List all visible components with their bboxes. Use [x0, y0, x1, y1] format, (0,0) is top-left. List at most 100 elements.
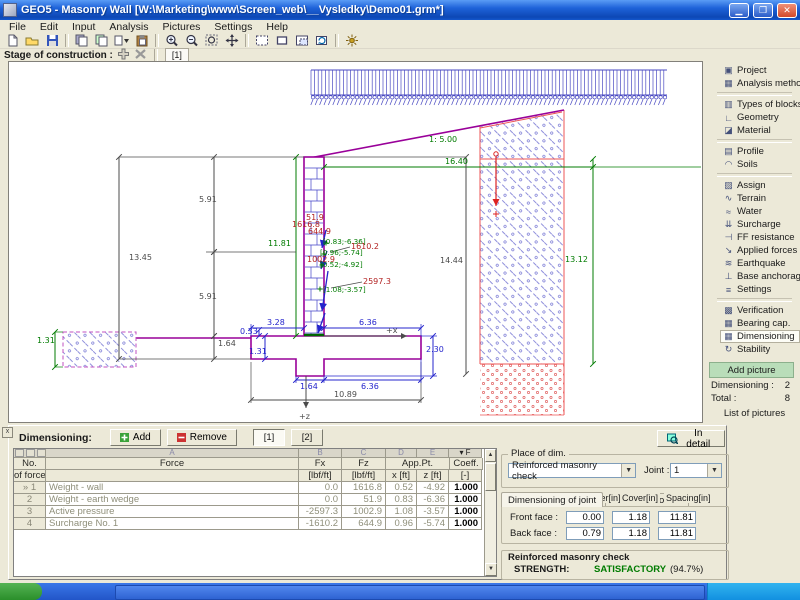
spacing-field-back[interactable]: [658, 527, 696, 540]
copy-view-icon[interactable]: [92, 33, 112, 48]
sidebar-item-bearing-cap[interactable]: ▦Bearing cap.: [723, 317, 800, 330]
sidebar-item-applied-forces[interactable]: ↘Applied forces: [723, 244, 800, 257]
view-rect-icon[interactable]: [272, 33, 292, 48]
gutter-header[interactable]: [14, 449, 46, 458]
header-fz[interactable]: Fz: [342, 458, 386, 470]
remove-button[interactable]: Remove: [167, 429, 237, 446]
zoom-out-icon[interactable]: [182, 33, 202, 48]
drawing-canvas[interactable]: 1: 5.0016.4013.1214.445.9113.455.9111.81…: [8, 61, 703, 423]
header-force[interactable]: Force: [46, 458, 299, 470]
sidebar-item-dimensioning[interactable]: ▦Dimensioning: [720, 330, 800, 343]
cover-field-front[interactable]: [612, 511, 650, 524]
coeff-value[interactable]: 1.000: [449, 482, 482, 494]
header-no2[interactable]: of force: [14, 470, 46, 482]
sidebar-item-surcharge[interactable]: ⇊Surcharge: [723, 218, 800, 231]
zoom-selection-icon[interactable]: [202, 33, 222, 48]
menu-analysis[interactable]: Analysis: [102, 21, 155, 33]
table-scrollbar[interactable]: ▲ ▼: [484, 449, 496, 576]
sidebar-item-earthquake[interactable]: ≋Earthquake: [723, 257, 800, 270]
save-file-icon[interactable]: [42, 33, 62, 48]
header-x[interactable]: x [ft]: [386, 470, 417, 482]
view-dashed-rect-icon[interactable]: [252, 33, 272, 48]
x-value[interactable]: 1.08: [386, 506, 417, 518]
table-row[interactable]: 2Weight - earth wedge0.051.90.83-6.361.0…: [14, 494, 496, 506]
close-button[interactable]: ✕: [777, 3, 797, 18]
force-name[interactable]: Weight - wall: [46, 482, 299, 494]
row-number[interactable]: » 1: [14, 482, 46, 494]
tab-dimensioning-of-joint[interactable]: Dimensioning of joint: [501, 492, 603, 507]
header-fx[interactable]: Fx: [299, 458, 342, 470]
col-letter-a[interactable]: A: [46, 449, 299, 458]
header-z[interactable]: z [ft]: [417, 470, 449, 482]
sidebar-item-base-anchorage[interactable]: ⊥Base anchorage: [723, 270, 800, 283]
in-detail-button[interactable]: In detail: [657, 430, 725, 447]
scroll-down-icon[interactable]: ▼: [485, 563, 497, 576]
menu-help[interactable]: Help: [259, 21, 295, 33]
sidebar-item-soils[interactable]: ◠Soils: [723, 158, 800, 171]
col-letter-b[interactable]: B: [299, 449, 342, 458]
fx-value[interactable]: -1610.2: [299, 518, 342, 530]
z-value[interactable]: -5.74: [417, 518, 449, 530]
view-refresh-icon[interactable]: [312, 33, 332, 48]
z-value[interactable]: -3.57: [417, 506, 449, 518]
sidebar-item-material[interactable]: ◪Material: [723, 124, 800, 137]
row-number[interactable]: 4: [14, 518, 46, 530]
diameter-field-back[interactable]: [566, 527, 604, 540]
header-fz-unit[interactable]: [lbf/ft]: [342, 470, 386, 482]
dim-tab-2[interactable]: [2]: [291, 429, 323, 446]
joint-select[interactable]: 1 ▼: [670, 463, 722, 478]
sidebar-item-settings[interactable]: ≡Settings: [723, 283, 800, 296]
place-of-dim-select[interactable]: Reinforced masonry check ▼: [508, 463, 636, 478]
header-coeff-unit[interactable]: [-]: [449, 470, 482, 482]
sidebar-item-geometry[interactable]: ∟Geometry: [723, 111, 800, 124]
menu-edit[interactable]: Edit: [33, 21, 65, 33]
header-no[interactable]: No.: [14, 458, 46, 470]
header-force2[interactable]: [46, 470, 299, 482]
fz-value[interactable]: 51.9: [342, 494, 386, 506]
force-name[interactable]: Surcharge No. 1: [46, 518, 299, 530]
maximize-button[interactable]: ❐: [753, 3, 773, 18]
scroll-thumb[interactable]: [485, 463, 496, 491]
sidebar-item-stability[interactable]: ↻Stability: [723, 343, 800, 356]
fx-value[interactable]: 0.0: [299, 494, 342, 506]
add-button[interactable]: Add: [110, 429, 161, 446]
open-file-icon[interactable]: [22, 33, 42, 48]
sidebar-item-water[interactable]: ≈Water: [723, 205, 800, 218]
diameter-field-front[interactable]: [566, 511, 604, 524]
sidebar-item-assign[interactable]: ▨Assign: [723, 179, 800, 192]
x-value[interactable]: 0.52: [386, 482, 417, 494]
coeff-value[interactable]: 1.000: [449, 494, 482, 506]
coeff-value[interactable]: 1.000: [449, 506, 482, 518]
paste-icon[interactable]: [132, 33, 152, 48]
sidebar-item-types-of-blocks[interactable]: ▥Types of blocks: [723, 98, 800, 111]
scroll-up-icon[interactable]: ▲: [485, 449, 496, 462]
minimize-button[interactable]: ▁: [729, 3, 749, 18]
header-coeff[interactable]: Coeff.: [450, 458, 483, 470]
chevron-down-icon[interactable]: ▼: [707, 464, 721, 477]
force-name[interactable]: Active pressure: [46, 506, 299, 518]
coeff-value[interactable]: 1.000: [449, 518, 482, 530]
fx-value[interactable]: -2597.3: [299, 506, 342, 518]
force-name[interactable]: Weight - earth wedge: [46, 494, 299, 506]
fz-value[interactable]: 644.9: [342, 518, 386, 530]
z-value[interactable]: -4.92: [417, 482, 449, 494]
header-app-pt[interactable]: App.Pt.: [386, 458, 450, 470]
list-of-pictures-button[interactable]: List of pictures: [709, 408, 800, 419]
chevron-down-icon[interactable]: ▼: [621, 464, 635, 477]
menu-input[interactable]: Input: [65, 21, 102, 33]
cover-field-back[interactable]: [612, 527, 650, 540]
view-corner-icon[interactable]: [292, 33, 312, 48]
zoom-in-icon[interactable]: [162, 33, 182, 48]
fz-value[interactable]: 1616.8: [342, 482, 386, 494]
fx-value[interactable]: 0.0: [299, 482, 342, 494]
col-letter-c[interactable]: C: [342, 449, 386, 458]
add-picture-button[interactable]: Add picture: [709, 362, 794, 378]
z-value[interactable]: -6.36: [417, 494, 449, 506]
row-number[interactable]: 3: [14, 506, 46, 518]
new-file-icon[interactable]: [2, 33, 22, 48]
sidebar-item-verification[interactable]: ▩Verification: [723, 304, 800, 317]
col-letter-e[interactable]: E: [417, 449, 449, 458]
sidebar-item-project[interactable]: ▣Project: [723, 64, 800, 77]
sidebar-item-profile[interactable]: ▤Profile: [723, 145, 800, 158]
x-value[interactable]: 0.83: [386, 494, 417, 506]
